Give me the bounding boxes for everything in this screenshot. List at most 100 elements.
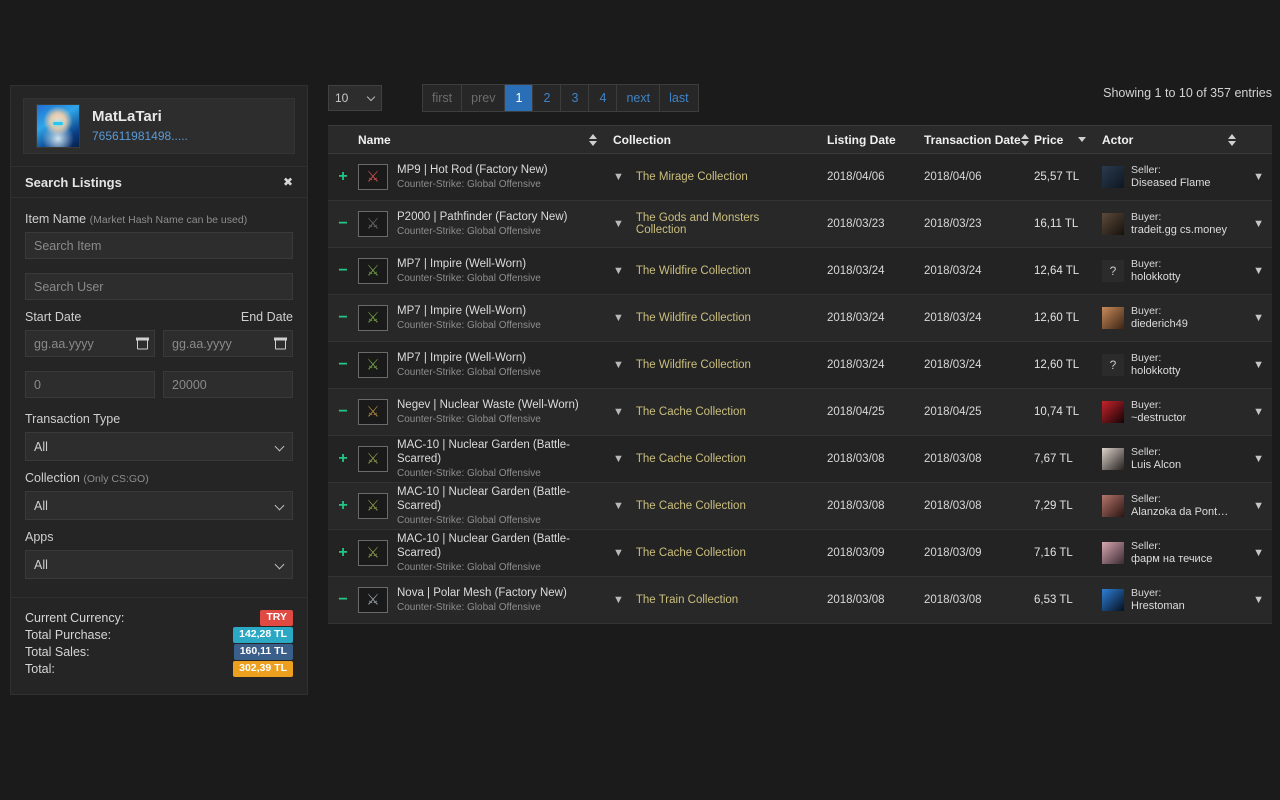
- filter-icon[interactable]: ▼: [613, 547, 624, 559]
- collection-name[interactable]: The Mirage Collection: [636, 171, 748, 183]
- collection-name[interactable]: The Cache Collection: [636, 547, 746, 559]
- actor-name[interactable]: Alanzoka da Ponta d...: [1131, 506, 1231, 520]
- actor-name[interactable]: holokkotty: [1131, 365, 1181, 379]
- th-listing-date[interactable]: Listing Date: [819, 125, 916, 154]
- th-price[interactable]: Price: [1026, 125, 1094, 154]
- filter-icon[interactable]: ▼: [613, 406, 624, 418]
- collection-select[interactable]: All: [25, 491, 293, 520]
- collection-name[interactable]: The Cache Collection: [636, 500, 746, 512]
- th-collection[interactable]: Collection: [605, 125, 819, 154]
- table-row[interactable]: + ⚔ MAC-10 | Nuclear Garden (Battle-Scarre…: [328, 482, 1272, 530]
- item-name[interactable]: MAC-10 | Nuclear Garden (Battle-Scarred): [397, 485, 597, 514]
- row-filter-icon[interactable]: ▼: [1244, 388, 1272, 436]
- row-filter-icon[interactable]: ▼: [1244, 435, 1272, 483]
- row-actor-cell: Buyer: tradeit.gg cs.money: [1094, 200, 1244, 248]
- table-row[interactable]: + ⚔ MP9 | Hot Rod (Factory New) Counter-Str…: [328, 153, 1272, 201]
- row-filter-icon[interactable]: ▼: [1244, 529, 1272, 577]
- row-listing-date: 2018/03/08: [819, 482, 916, 530]
- table-row[interactable]: + ⚔ MAC-10 | Nuclear Garden (Battle-Scarre…: [328, 529, 1272, 577]
- filter-icon[interactable]: ▼: [613, 453, 624, 465]
- actor-name[interactable]: фарм на течисе: [1131, 553, 1212, 567]
- sort-icon-price-desc[interactable]: [1078, 137, 1086, 142]
- collection-name[interactable]: The Wildfire Collection: [636, 265, 751, 277]
- filter-icon[interactable]: ▼: [613, 265, 624, 277]
- actor-name[interactable]: diederich49: [1131, 318, 1188, 332]
- item-name[interactable]: MP9 | Hot Rod (Factory New): [397, 163, 548, 177]
- price-max-input[interactable]: [163, 371, 293, 398]
- th-name[interactable]: Name: [350, 125, 605, 154]
- filter-icon[interactable]: ▼: [613, 594, 624, 606]
- filter-icon[interactable]: ▼: [613, 312, 624, 324]
- end-date-input[interactable]: [163, 330, 293, 357]
- row-filter-icon[interactable]: ▼: [1244, 247, 1272, 295]
- item-name[interactable]: MP7 | Impire (Well-Worn): [397, 304, 541, 318]
- item-name[interactable]: Negev | Nuclear Waste (Well-Worn): [397, 398, 579, 412]
- profile-steamid[interactable]: 765611981498.....: [92, 129, 188, 144]
- price-min-input[interactable]: [25, 371, 155, 398]
- total-purchase-label: Total Purchase:: [25, 628, 112, 642]
- pagination-button-2[interactable]: 2: [533, 85, 562, 111]
- profile-card[interactable]: MatLaTari 765611981498.....: [23, 98, 295, 154]
- table-row[interactable]: − ⚔ Negev | Nuclear Waste (Well-Worn) Count…: [328, 388, 1272, 436]
- table-row[interactable]: − ⚔ MP7 | Impire (Well-Worn) Counter-Strike…: [328, 247, 1272, 295]
- row-filter-icon[interactable]: ▼: [1244, 482, 1272, 530]
- item-name[interactable]: MP7 | Impire (Well-Worn): [397, 351, 541, 365]
- sort-icon-name[interactable]: [589, 133, 597, 146]
- item-name[interactable]: MP7 | Impire (Well-Worn): [397, 257, 541, 271]
- sort-icon-transaction-date[interactable]: [1020, 133, 1029, 146]
- close-icon[interactable]: ✖: [283, 176, 293, 188]
- collection-name[interactable]: The Gods and Monsters Collection: [636, 212, 811, 236]
- pagination-button-3[interactable]: 3: [561, 85, 590, 111]
- table-toolbar: 10 first prev 1 2 3 4 next last Showing 1 to 10…: [328, 80, 1272, 116]
- search-user-input[interactable]: [25, 273, 293, 300]
- row-filter-icon[interactable]: ▼: [1244, 294, 1272, 342]
- sort-icon-actor[interactable]: [1228, 133, 1236, 146]
- apps-select[interactable]: All: [25, 550, 293, 579]
- pagination-button-next[interactable]: next: [617, 85, 661, 111]
- nova-polar-mesh-icon: ⚔: [358, 587, 388, 613]
- th-actor[interactable]: Actor: [1094, 125, 1244, 154]
- item-name[interactable]: MAC-10 | Nuclear Garden (Battle-Scarred): [397, 438, 597, 467]
- item-name[interactable]: Nova | Polar Mesh (Factory New): [397, 586, 567, 600]
- pagination-button-4[interactable]: 4: [589, 85, 618, 111]
- actor-name[interactable]: tradeit.gg cs.money: [1131, 224, 1227, 238]
- item-game: Counter-Strike: Global Offensive: [397, 468, 541, 480]
- filter-icon[interactable]: ▼: [613, 359, 624, 371]
- table-row[interactable]: − ⚔ MP7 | Impire (Well-Worn) Counter-Strike…: [328, 294, 1272, 342]
- actor-name[interactable]: Hrestoman: [1131, 600, 1185, 614]
- row-filter-icon[interactable]: ▼: [1244, 153, 1272, 201]
- collection-name[interactable]: The Train Collection: [636, 594, 738, 606]
- pagination-button-1[interactable]: 1: [505, 85, 534, 111]
- search-item-input[interactable]: [25, 232, 293, 259]
- filter-icon[interactable]: ▼: [613, 500, 624, 512]
- table-row[interactable]: − ⚔ Nova | Polar Mesh (Factory New) Counter…: [328, 576, 1272, 624]
- page-length-select[interactable]: 10: [328, 85, 382, 111]
- row-listing-date: 2018/03/09: [819, 529, 916, 577]
- start-date-input[interactable]: [25, 330, 155, 357]
- th-transaction-date[interactable]: Transaction Date: [916, 125, 1029, 154]
- table-row[interactable]: − ⚔ P2000 | Pathfinder (Factory New) Counte…: [328, 200, 1272, 248]
- transaction-type-select[interactable]: All: [25, 432, 293, 461]
- row-actor-cell: Seller: Diseased Flame: [1094, 153, 1244, 201]
- collection-name[interactable]: The Cache Collection: [636, 453, 746, 465]
- actor-name[interactable]: ~destructor: [1131, 412, 1186, 426]
- row-filter-icon[interactable]: ▼: [1244, 200, 1272, 248]
- collection-name[interactable]: The Wildfire Collection: [636, 312, 751, 324]
- row-filter-icon[interactable]: ▼: [1244, 341, 1272, 389]
- actor-name[interactable]: Diseased Flame: [1131, 177, 1210, 191]
- row-filter-icon[interactable]: ▼: [1244, 576, 1272, 624]
- collection-name[interactable]: The Cache Collection: [636, 406, 746, 418]
- item-name[interactable]: P2000 | Pathfinder (Factory New): [397, 210, 567, 224]
- pagination-button-last[interactable]: last: [660, 85, 698, 111]
- item-name[interactable]: MAC-10 | Nuclear Garden (Battle-Scarred): [397, 532, 597, 561]
- mp7-impire-icon: ⚔: [358, 258, 388, 284]
- filter-icon[interactable]: ▼: [613, 171, 624, 183]
- filter-icon[interactable]: ▼: [613, 218, 624, 230]
- collection-name[interactable]: The Wildfire Collection: [636, 359, 751, 371]
- actor-name[interactable]: holokkotty: [1131, 271, 1181, 285]
- table-row[interactable]: − ⚔ MP7 | Impire (Well-Worn) Counter-Strike…: [328, 341, 1272, 389]
- actor-name[interactable]: Luis Alcon: [1131, 459, 1181, 473]
- row-price: 7,67 TL: [1026, 435, 1094, 483]
- totals-section: Current Currency: TRY Total Purchase: 14…: [11, 597, 307, 694]
- table-row[interactable]: + ⚔ MAC-10 | Nuclear Garden (Battle-Scarre…: [328, 435, 1272, 483]
